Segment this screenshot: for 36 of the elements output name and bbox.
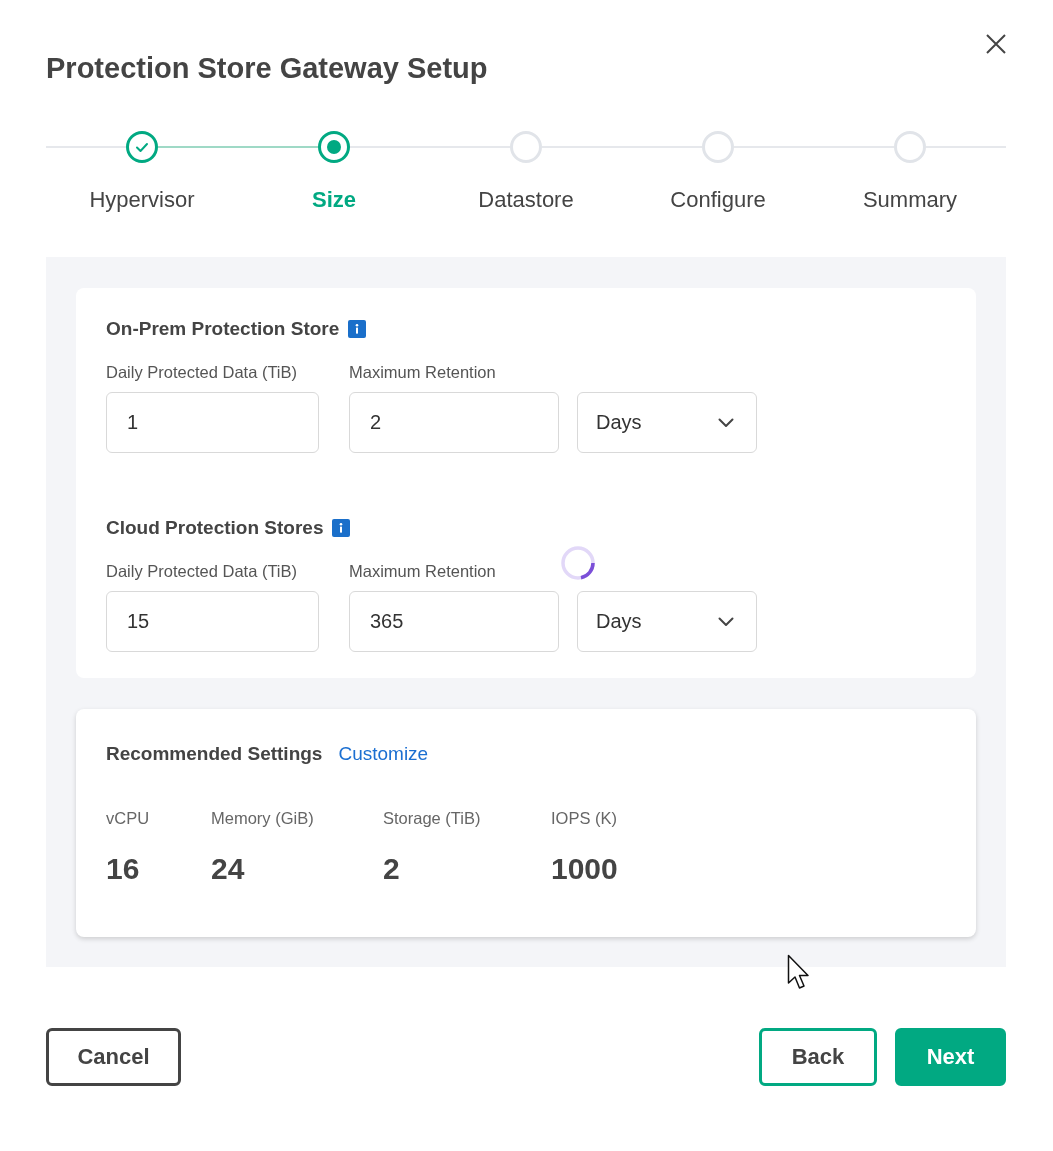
metric-value: 16 [106,851,140,887]
number-input[interactable]: 15 [106,591,319,652]
number-input[interactable]: 2 [349,392,559,453]
customize-link[interactable]: Customize [338,742,429,766]
dialog-title: Protection Store Gateway Setup [46,51,488,86]
step-label: Hypervisor [89,186,195,214]
info-icon[interactable] [332,519,351,537]
wizard-button[interactable]: Cancel [46,1028,181,1086]
metric-label: vCPU [106,808,150,829]
caret-icon [718,616,734,627]
close-button[interactable] [986,34,1006,54]
step-label: Datastore [478,186,574,214]
section-heading: On-Prem Protection Store [106,317,340,341]
step-label: Size [312,186,356,214]
unit-dropdown[interactable]: Days [577,591,757,652]
unit-dropdown[interactable]: Days [577,392,757,453]
info-icon[interactable] [348,320,367,338]
field-label: Daily Protected Data (TiB) [106,561,298,582]
metric-value: 24 [211,851,245,887]
section-heading: Recommended Settings [106,742,323,766]
number-input[interactable]: 365 [349,591,559,652]
field-label: Maximum Retention [349,561,496,582]
metric-label: IOPS (K) [551,808,617,829]
metric-value: 2 [383,851,400,887]
field-label: Daily Protected Data (TiB) [106,362,298,383]
number-input[interactable]: 1 [106,392,319,453]
metric-label: Storage (TiB) [383,808,481,829]
field-label: Maximum Retention [349,362,496,383]
metric-label: Memory (GiB) [211,808,314,829]
step-label: Summary [862,186,958,214]
metric-value: 1000 [551,851,618,887]
wizard-button[interactable]: Back [759,1028,877,1086]
step-label: Configure [670,186,766,214]
section-heading: Cloud Protection Stores [106,516,324,540]
caret-icon [718,417,734,428]
close-icon [986,34,1006,54]
